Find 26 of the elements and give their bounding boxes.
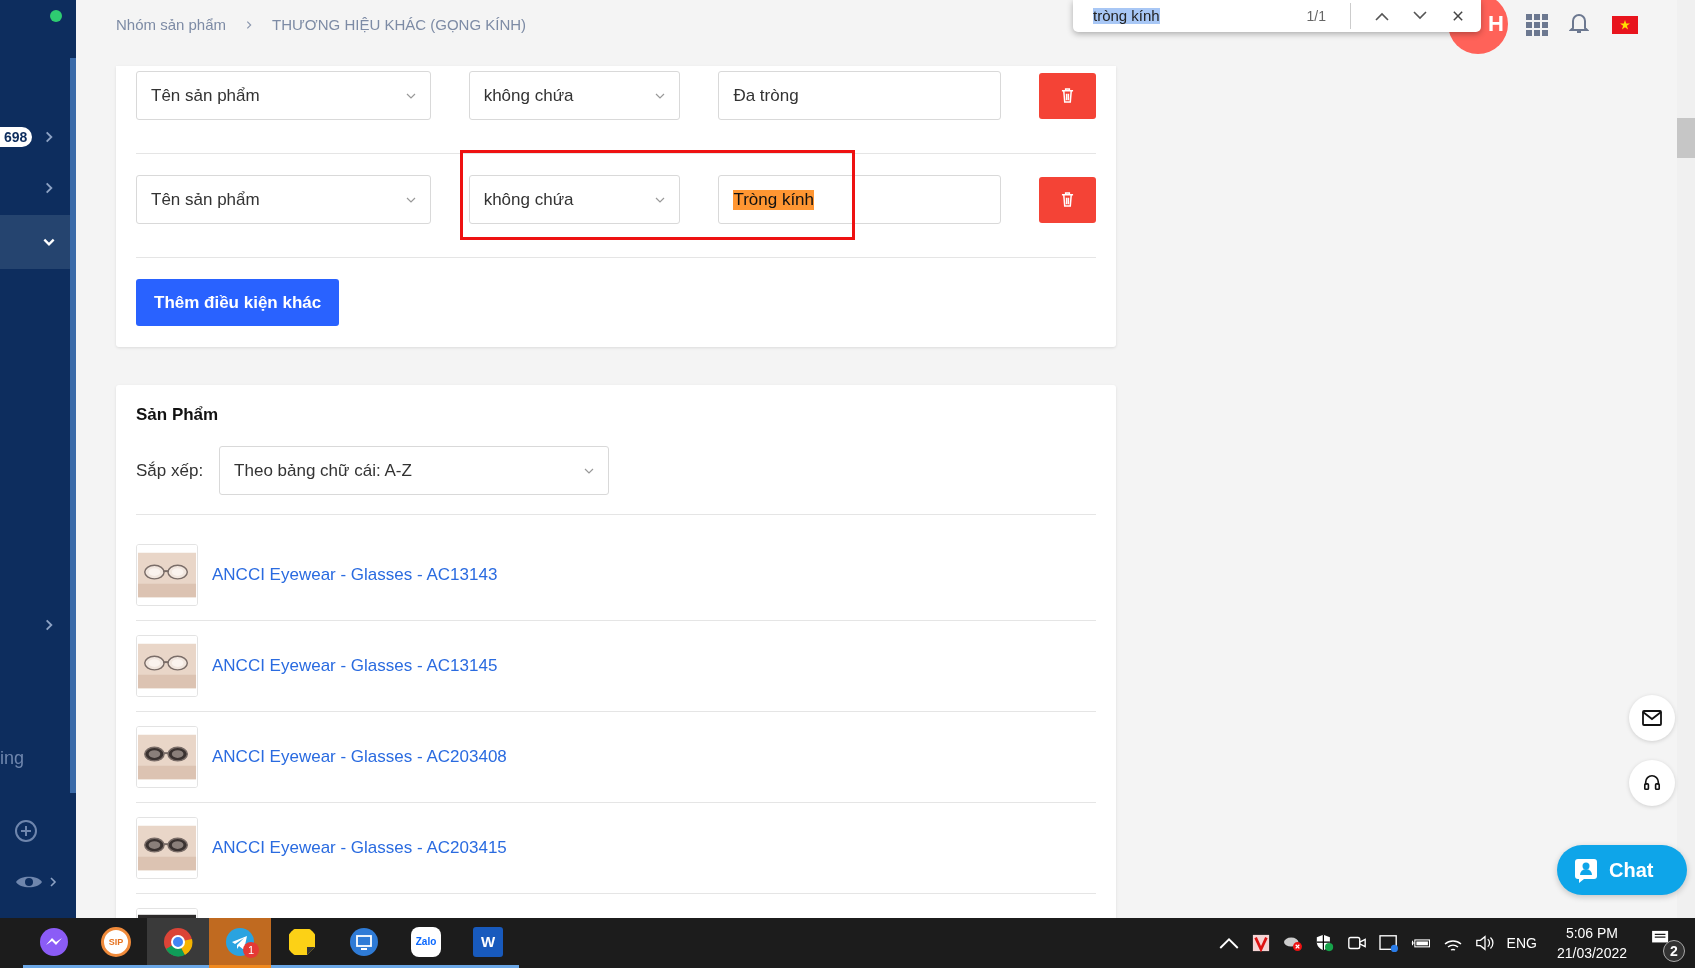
taskbar-app[interactable]: W	[457, 918, 519, 968]
sidebar-item[interactable]: 698	[0, 125, 70, 149]
product-link[interactable]: ANCCI Eyewear - Glasses - AC13143	[212, 565, 498, 585]
notification-button[interactable]: 2	[1651, 926, 1685, 960]
sort-select[interactable]: Theo bảng chữ cái: A-Z	[219, 446, 610, 495]
add-condition-button[interactable]: Thêm điều kiện khác	[136, 279, 340, 326]
field-select[interactable]: Tên sản phẩm	[136, 71, 431, 120]
language-indicator[interactable]: ENG	[1506, 935, 1537, 951]
taskbar-app[interactable]: 1	[209, 918, 271, 968]
section-title: Sản Phẩm	[136, 405, 220, 425]
taskbar-app[interactable]: Zalo	[395, 918, 457, 968]
product-link[interactable]: ANCCI Eyewear - Glasses - AC203415	[212, 838, 507, 858]
operator-select[interactable]: không chứa	[468, 175, 681, 224]
operator-select[interactable]: không chứa	[468, 71, 681, 120]
value-field[interactable]: Đa tròng	[718, 71, 1002, 120]
match-count: 1/1	[1306, 8, 1326, 24]
sidebar-label: ing	[0, 748, 26, 769]
product-link[interactable]: ANCCI Eyewear - Glasses - AC13145	[212, 656, 498, 676]
field-select[interactable]: Tên sản phẩm	[136, 175, 431, 224]
product-link[interactable]: ANCCI Eyewear - Glasses - AC203408	[212, 747, 507, 767]
clock[interactable]: 5:06 PM 21/03/2022	[1556, 923, 1627, 963]
sort-label: Sắp xếp:	[136, 460, 204, 481]
breadcrumb-current: THƯƠNG HIỆU KHÁC (GỌNG KÍNH)	[272, 16, 527, 33]
notification-count: 1	[243, 942, 259, 958]
find-field[interactable]: tròng kính	[1093, 8, 1160, 24]
value-field[interactable]: Tròng kính	[718, 175, 1002, 224]
